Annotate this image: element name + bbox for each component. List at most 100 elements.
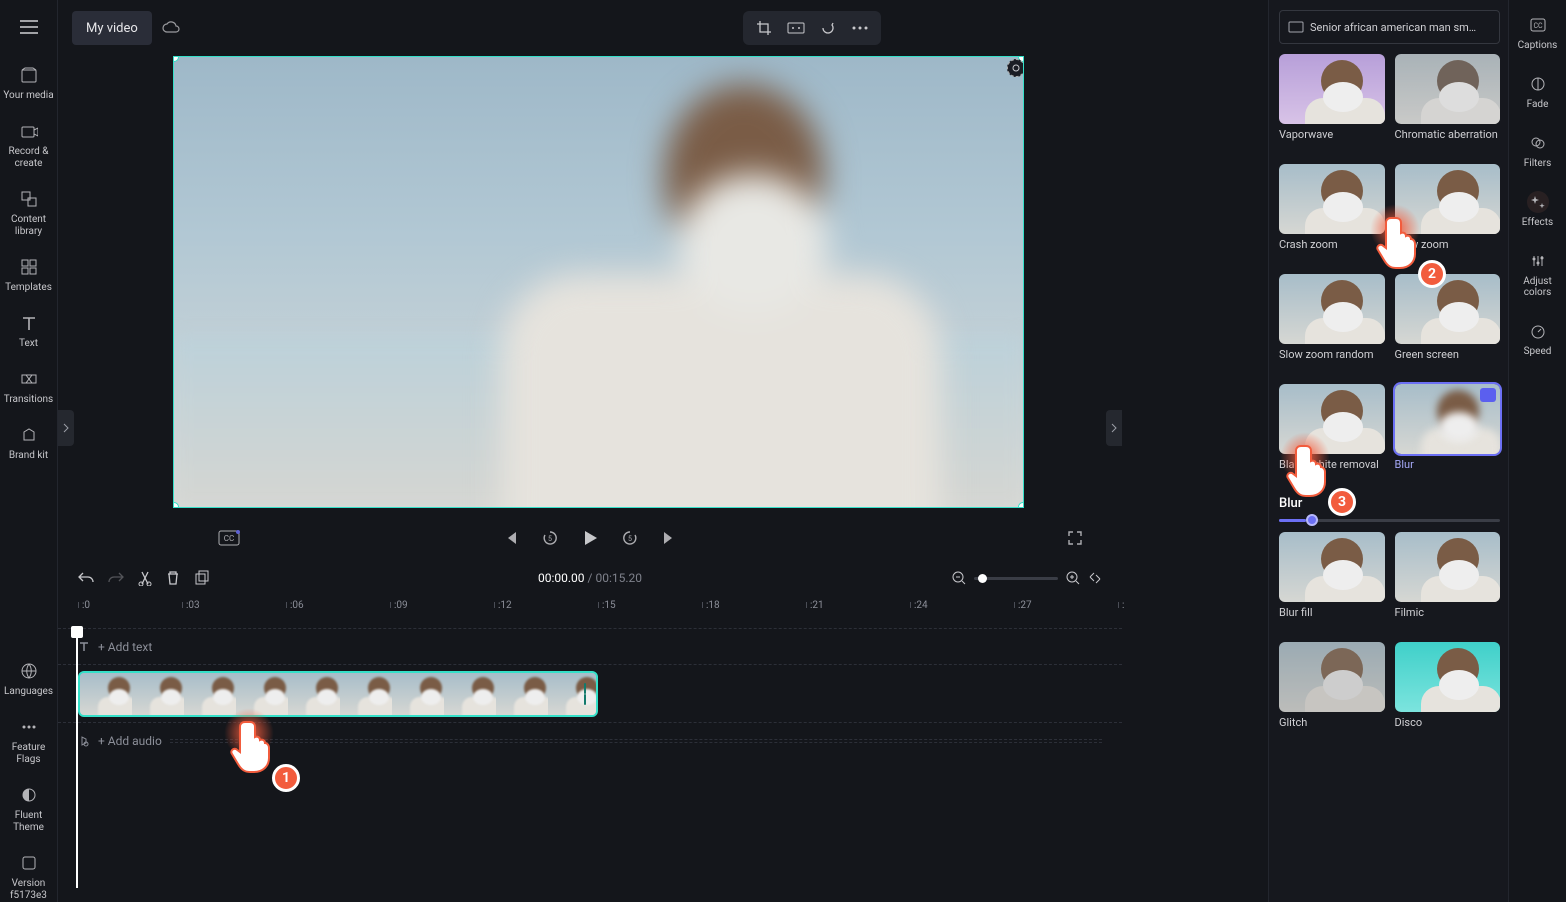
undo-button[interactable] bbox=[78, 571, 94, 585]
prop-filters[interactable]: Filters bbox=[1510, 132, 1566, 169]
effect-bw-removal[interactable]: Black/white removal bbox=[1279, 384, 1385, 484]
effect-filmic[interactable]: Filmic bbox=[1395, 532, 1501, 632]
rail-feature-flags[interactable]: Feature Flags bbox=[1, 716, 57, 766]
fullscreen-button[interactable] bbox=[1064, 527, 1086, 549]
rail-your-media[interactable]: Your media bbox=[1, 64, 57, 102]
ruler-tick: :24 bbox=[914, 600, 928, 611]
feature-flags-icon bbox=[18, 716, 40, 738]
fit-button[interactable] bbox=[781, 15, 811, 41]
effect-glitch[interactable]: Glitch bbox=[1279, 642, 1385, 742]
prop-speed[interactable]: Speed bbox=[1510, 320, 1566, 357]
playback-controls: CC 5 5 bbox=[58, 520, 1122, 556]
svg-text:5: 5 bbox=[628, 535, 632, 543]
split-button[interactable] bbox=[138, 570, 152, 586]
audio-icon bbox=[78, 735, 90, 747]
add-audio-label: + Add audio bbox=[98, 734, 162, 748]
menu-button[interactable] bbox=[10, 8, 48, 46]
captions-toggle[interactable]: CC bbox=[218, 527, 240, 549]
add-text-label: + Add text bbox=[98, 640, 152, 654]
resize-handle-br[interactable] bbox=[1018, 502, 1024, 508]
project-title[interactable]: My video bbox=[72, 11, 152, 45]
ruler-tick: :06 bbox=[290, 600, 304, 611]
text-icon bbox=[78, 641, 90, 653]
left-rail: Your media Record & create Content library… bbox=[0, 0, 58, 902]
ruler-tick: :15 bbox=[602, 600, 616, 611]
rail-languages[interactable]: Languages bbox=[1, 660, 57, 698]
fit-timeline-button[interactable] bbox=[1088, 571, 1102, 585]
rewind-5-button[interactable]: 5 bbox=[539, 527, 561, 549]
rail-transitions[interactable]: Transitions bbox=[1, 368, 57, 406]
prop-captions[interactable]: CCCaptions bbox=[1510, 14, 1566, 51]
effects-panel: Senior african american man sm… Vaporwav… bbox=[1268, 0, 1508, 902]
preview-canvas[interactable] bbox=[173, 56, 1024, 508]
clip-settings-gear-icon[interactable] bbox=[1007, 59, 1024, 77]
text-icon bbox=[18, 312, 40, 334]
canvas-tools bbox=[743, 11, 881, 45]
effect-disco[interactable]: Disco bbox=[1395, 642, 1501, 742]
timeline-tools: 00:00.00 / 00:15.20 bbox=[58, 560, 1122, 596]
clip-trim-right[interactable] bbox=[584, 683, 592, 705]
delete-button[interactable] bbox=[166, 570, 180, 586]
audio-lane[interactable]: + Add audio bbox=[58, 722, 1122, 758]
rail-record-create[interactable]: Record & create bbox=[1, 120, 57, 170]
redo-button[interactable] bbox=[108, 571, 124, 585]
filters-icon bbox=[1527, 132, 1549, 154]
zoom-in-button[interactable] bbox=[1066, 571, 1080, 585]
rail-content-library[interactable]: Content library bbox=[1, 188, 57, 238]
ruler-tick: :21 bbox=[810, 600, 824, 611]
left-drawer-toggle[interactable] bbox=[58, 410, 74, 446]
skip-forward-button[interactable] bbox=[659, 527, 681, 549]
timeline-ruler[interactable]: :0:03:06:09:12:15:18:21:24:27: bbox=[58, 600, 1122, 624]
effect-green-screen[interactable]: Green screen bbox=[1395, 274, 1501, 374]
right-drawer-toggle[interactable] bbox=[1106, 410, 1122, 446]
fade-icon bbox=[1527, 73, 1549, 95]
resize-handle-tl[interactable] bbox=[173, 56, 179, 62]
blur-slider[interactable]: Blur bbox=[1279, 494, 1500, 522]
effect-chromatic[interactable]: Chromatic aberration bbox=[1395, 54, 1501, 154]
forward-5-button[interactable]: 5 bbox=[619, 527, 641, 549]
rotate-button[interactable] bbox=[813, 15, 843, 41]
prop-effects[interactable]: Effects bbox=[1510, 191, 1566, 228]
play-button[interactable] bbox=[579, 527, 601, 549]
fluent-theme-icon bbox=[18, 784, 40, 806]
svg-text:5: 5 bbox=[548, 535, 552, 543]
effects-icon bbox=[1527, 191, 1549, 213]
effect-slow-zoom-random[interactable]: Slow zoom random bbox=[1279, 274, 1385, 374]
rail-text[interactable]: Text bbox=[1, 312, 57, 350]
effect-vaporwave[interactable]: Vaporwave bbox=[1279, 54, 1385, 154]
rail-version[interactable]: Version f5173e3 bbox=[1, 852, 57, 902]
languages-icon bbox=[18, 660, 40, 682]
text-lane[interactable]: + Add text bbox=[58, 628, 1122, 664]
rail-brand-kit[interactable]: Brand kit bbox=[1, 424, 57, 462]
version-icon bbox=[18, 852, 40, 874]
crop-button[interactable] bbox=[749, 15, 779, 41]
effect-crash-zoom[interactable]: Crash zoom bbox=[1279, 164, 1385, 264]
ruler-tick: :27 bbox=[1018, 600, 1032, 611]
record-create-icon bbox=[18, 120, 40, 142]
adjust-colors-icon bbox=[1527, 250, 1549, 272]
captions-icon: CC bbox=[1527, 14, 1549, 36]
project-title-text: My video bbox=[86, 21, 138, 36]
ruler-tick: :09 bbox=[394, 600, 408, 611]
rail-fluent-theme[interactable]: Fluent Theme bbox=[1, 784, 57, 834]
cloud-sync-icon bbox=[162, 21, 180, 35]
video-lane bbox=[58, 664, 1122, 722]
templates-icon bbox=[18, 256, 40, 278]
effect-blur[interactable]: Blur bbox=[1395, 384, 1501, 484]
brand-kit-icon bbox=[18, 424, 40, 446]
rail-templates[interactable]: Templates bbox=[1, 256, 57, 294]
zoom-slider[interactable] bbox=[974, 577, 1058, 580]
transitions-icon bbox=[18, 368, 40, 390]
duplicate-button[interactable] bbox=[194, 570, 210, 586]
clip-icon bbox=[1288, 21, 1304, 33]
effect-slow-zoom[interactable]: Slow zoom bbox=[1395, 164, 1501, 264]
effect-blur-fill[interactable]: Blur fill bbox=[1279, 532, 1385, 632]
skip-back-button[interactable] bbox=[499, 527, 521, 549]
prop-fade[interactable]: Fade bbox=[1510, 73, 1566, 110]
prop-adjust-colors[interactable]: Adjust colors bbox=[1510, 250, 1566, 298]
more-button[interactable] bbox=[845, 15, 875, 41]
selected-clip-chip[interactable]: Senior african american man sm… bbox=[1279, 10, 1500, 44]
property-rail: CCCaptions Fade Filters Effects Adjust color… bbox=[1508, 0, 1566, 902]
zoom-out-button[interactable] bbox=[952, 571, 966, 585]
video-clip[interactable] bbox=[78, 671, 598, 717]
